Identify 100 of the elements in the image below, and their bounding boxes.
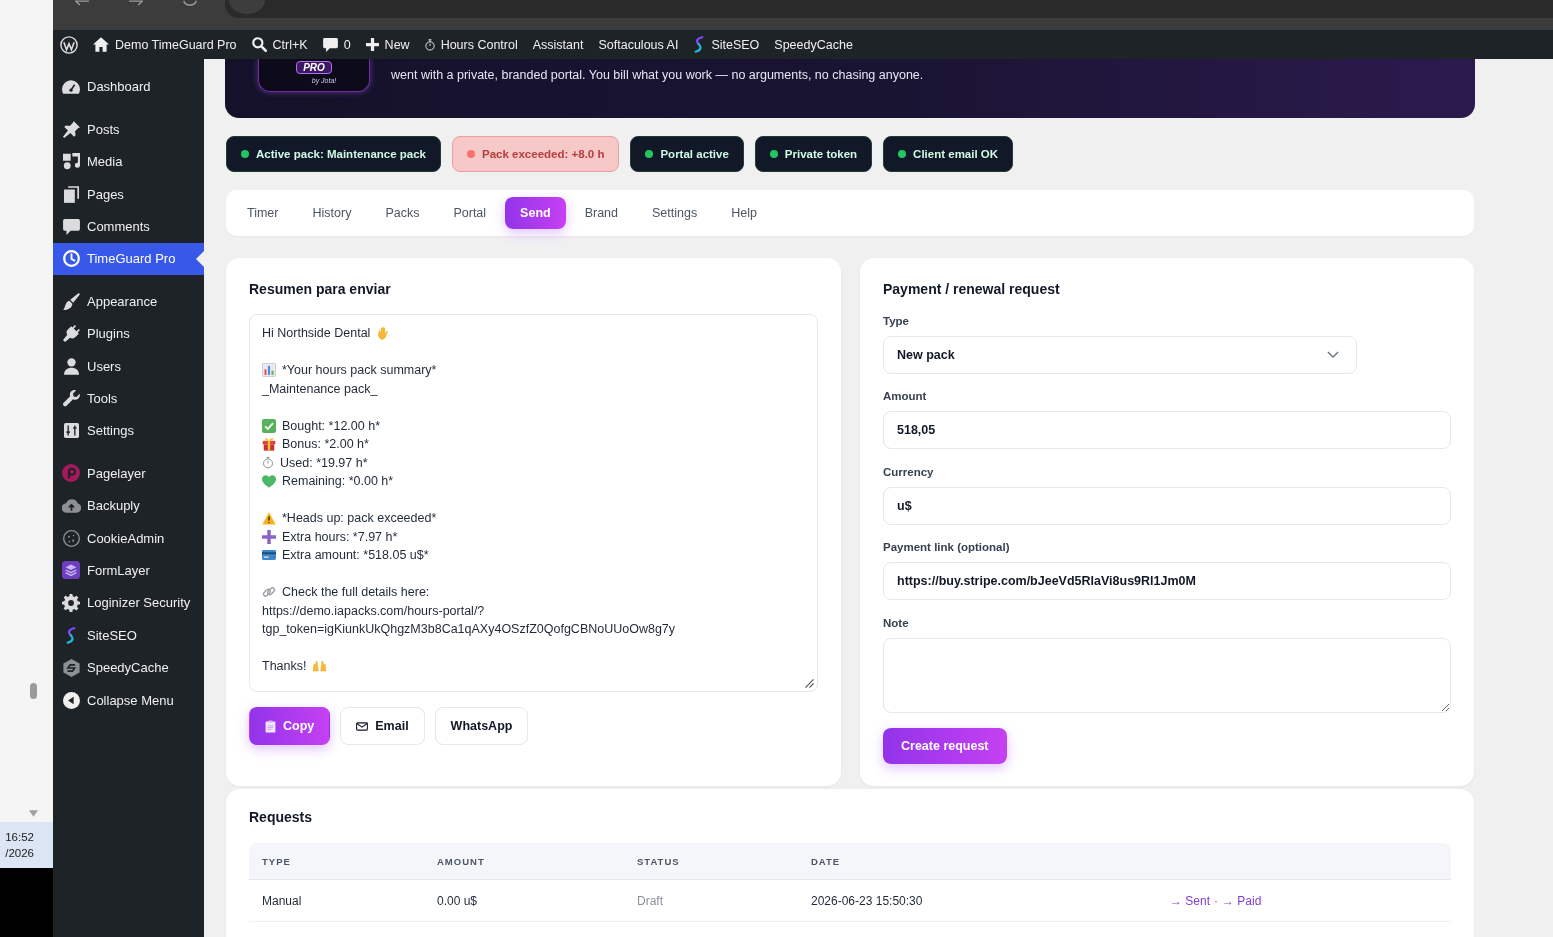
column-header: STATUS (637, 855, 680, 867)
tab[interactable]: Help (731, 205, 757, 221)
admin-bar-link[interactable]: SpeedyCache (774, 37, 853, 52)
sidebar-item[interactable]: FormLayer (62, 561, 150, 580)
message-line: _Maintenance pack_ (262, 380, 378, 398)
admin-bar-link[interactable]: 0 (322, 37, 351, 52)
sliders-icon (63, 423, 79, 439)
tab[interactable]: Settings (652, 205, 698, 221)
swirl-logo-icon (693, 36, 706, 53)
message-line: https://demo.iapacks.com/hours-portal/? (262, 602, 485, 620)
media-icon (62, 153, 80, 171)
logo-icon[interactable] (60, 35, 78, 54)
sidebar-item[interactable]: Loginizer Security (62, 593, 191, 612)
gauge-icon (62, 80, 80, 94)
status-cell: Draft (637, 893, 663, 908)
scroll-thumb[interactable] (30, 683, 37, 699)
sidebar-item[interactable]: Backuply (62, 498, 140, 514)
reload-icon[interactable] (183, 0, 197, 6)
sidebar-item[interactable]: Appearance (62, 292, 158, 310)
payment-link-field[interactable]: https://buy.stripe.com/bJeeVd5RlaVi8us9Rl1Jm0M (883, 562, 1451, 600)
tab[interactable]: Packs (385, 205, 420, 221)
search-icon (251, 37, 267, 52)
status-link[interactable]: → Sent (1170, 893, 1211, 908)
message-line: Hi Northside Dental (262, 325, 371, 342)
status-dot-icon (769, 150, 778, 158)
collapse-menu-button[interactable]: Collapse Menu (62, 691, 174, 709)
hexagon-logo-icon (62, 658, 80, 677)
pushpin-icon (62, 120, 80, 138)
sidebar-item[interactable]: Media (62, 153, 123, 171)
sidebar-item[interactable]: Posts (62, 120, 120, 138)
status-dot-icon (645, 150, 654, 158)
tab[interactable]: Send (505, 197, 566, 229)
tab[interactable]: Timer (247, 205, 279, 221)
sidebar-item[interactable]: Tools (62, 390, 118, 407)
admin-bar-link[interactable]: Assistant (532, 37, 584, 52)
copy-button[interactable]: Copy (249, 707, 331, 745)
clock-time: 16:52 (5, 830, 34, 845)
message-field[interactable] (249, 314, 818, 692)
field-label: Payment link (optional) (883, 540, 1011, 554)
sidebar-item[interactable]: Comments (62, 218, 150, 235)
status-dot-icon (898, 150, 907, 158)
admin-bar-link[interactable]: SiteSEO (693, 36, 760, 53)
currency-field[interactable]: u$ (883, 486, 1451, 525)
sidebar-item[interactable]: Plugins (62, 325, 130, 343)
admin-bar-link[interactable]: Hours Control (424, 37, 518, 52)
sidebar-item[interactable]: Pagelayer (62, 464, 146, 483)
create-request-button[interactable]: Create request (883, 727, 1007, 764)
paintbrush-icon (62, 292, 80, 310)
home-icon (93, 37, 109, 52)
status-link[interactable]: → Paid (1222, 893, 1262, 908)
message-line: Extra hours: *7.97 h* (282, 528, 398, 546)
type-select[interactable]: New pack (883, 335, 1357, 374)
forward-arrow-icon[interactable] (129, 0, 143, 6)
tab[interactable]: Brand (584, 205, 618, 221)
sidebar-item[interactable]: TimeGuard Pro (53, 242, 204, 276)
sidebar-item[interactable]: Pages (62, 185, 124, 203)
back-arrow-icon[interactable] (75, 0, 89, 6)
field-label: Currency (883, 464, 935, 479)
table-cell: 0.00 u$ (437, 893, 478, 908)
sidebar-item[interactable]: Users (62, 357, 121, 375)
admin-bar-link[interactable]: New (365, 37, 410, 52)
envelope-icon (356, 721, 369, 731)
sidebar-item[interactable]: Settings (62, 423, 134, 439)
taskbar-clock[interactable]: 16:52 /2026 (0, 822, 53, 868)
sidebar-item[interactable]: Dashboard (62, 79, 151, 95)
table-cell: 2026-06-23 15:50:30 (811, 893, 923, 908)
tab[interactable]: Portal (453, 205, 487, 221)
circle-logo-icon (62, 464, 80, 483)
message-line: Extra amount: *518.05 u$* (282, 547, 429, 564)
plus-icon (365, 38, 379, 51)
admin-bar-link[interactable]: Ctrl+K (251, 37, 308, 52)
message-line: Bonus: *2.00 h* (282, 436, 369, 453)
sidebar-item[interactable]: SiteSEO (62, 626, 137, 644)
message-line: *Heads up: pack exceeded* (282, 510, 437, 527)
share-button[interactable]: WhatsApp (434, 707, 529, 745)
resize-handle-icon (805, 679, 814, 688)
admin-bar-link[interactable]: Demo TimeGuard Pro (93, 37, 237, 52)
warning-icon (262, 511, 276, 525)
cloud-upload-icon (61, 498, 81, 514)
email-button[interactable]: Email (340, 707, 425, 745)
sidebar-item[interactable]: CookieAdmin (62, 529, 165, 547)
status-text: Active pack: Maintenance pack (256, 148, 426, 160)
credit-card-icon (262, 550, 276, 561)
bar-chart-icon (262, 363, 276, 378)
column-header: TYPE (262, 855, 291, 867)
field-label: Type (883, 313, 910, 328)
speech-bubble-icon (322, 37, 338, 52)
scroll-down-arrow-icon[interactable] (29, 810, 38, 817)
note-field[interactable] (883, 637, 1451, 713)
field-label: Amount (883, 389, 928, 403)
message-line: Bought: *12.00 h* (282, 417, 380, 435)
tab[interactable]: History (312, 205, 352, 221)
check-box-icon (262, 418, 276, 433)
sidebar-item[interactable]: SpeedyCache (62, 658, 169, 677)
message-line: Used: *19.97 h* (280, 454, 368, 472)
amount-field[interactable]: 518,05 (883, 411, 1451, 449)
message-line: *Your hours pack summary* (282, 362, 437, 379)
admin-bar-link[interactable]: Softaculous AI (598, 37, 679, 52)
clock-date: /2026 (5, 846, 34, 861)
swirl-logo-icon (65, 626, 77, 644)
